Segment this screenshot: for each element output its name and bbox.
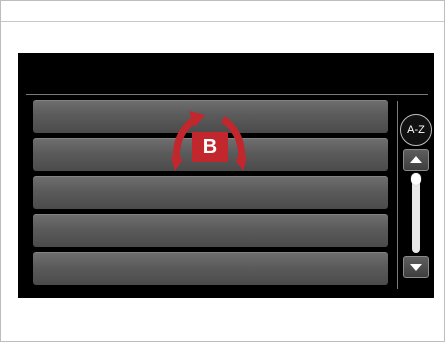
az-sort-button[interactable]: A-Z xyxy=(400,114,432,146)
scroll-up-button[interactable] xyxy=(403,149,429,171)
scroll-column-divider xyxy=(397,101,398,289)
triangle-down-icon xyxy=(410,264,422,271)
figure-frame: A-Z B xyxy=(0,0,445,342)
header-divider xyxy=(26,94,428,95)
list-item[interactable] xyxy=(33,252,388,285)
top-divider xyxy=(1,21,444,22)
scrollbar-thumb[interactable] xyxy=(411,173,421,185)
list-item[interactable] xyxy=(33,176,388,209)
list-item[interactable] xyxy=(33,214,388,247)
scroll-down-button[interactable] xyxy=(403,256,429,278)
display-screen: A-Z xyxy=(18,53,434,298)
scrollbar-track[interactable] xyxy=(412,173,420,253)
callout-label-b: B xyxy=(192,132,228,162)
triangle-up-icon xyxy=(410,156,422,163)
